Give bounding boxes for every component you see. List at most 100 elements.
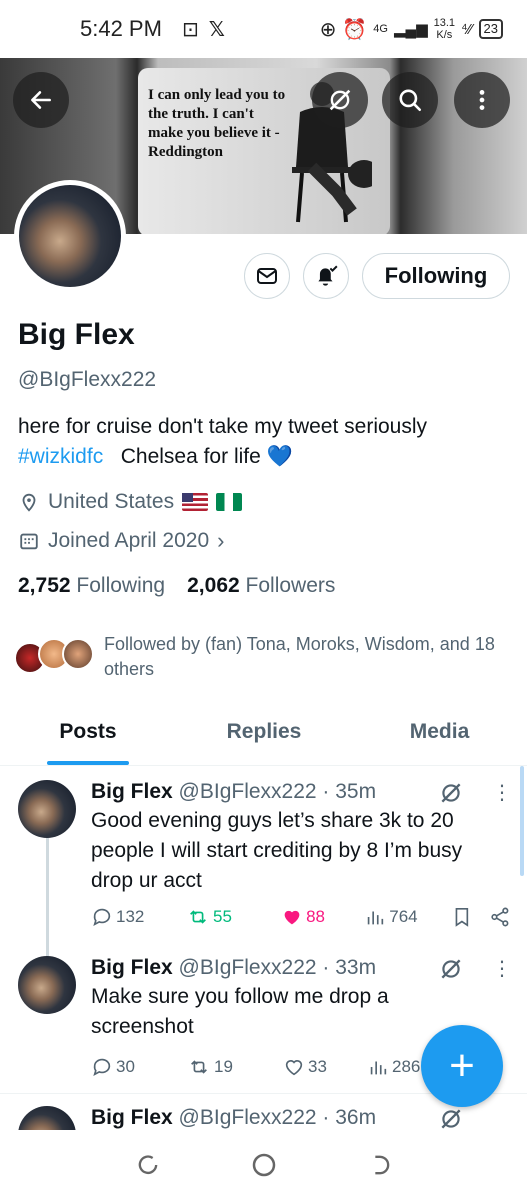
reply-icon — [93, 908, 111, 926]
profile-bio: here for cruise don't take my tweet seri… — [18, 412, 508, 472]
like-button[interactable]: 33 — [283, 1056, 367, 1078]
profile-name: Big Flex — [18, 318, 135, 351]
tweet-text: Good evening guys let’s share 3k to 20 p… — [91, 809, 463, 892]
more-vertical-icon — [479, 90, 485, 110]
message-button[interactable] — [244, 253, 290, 299]
tweet-author: Big Flex — [91, 1106, 173, 1129]
recent-apps-icon[interactable] — [134, 1151, 162, 1179]
tweet-avatar[interactable] — [18, 956, 76, 1014]
follow-counts: 2,752 Following 2,062 Followers — [18, 574, 335, 598]
reply-count: 132 — [116, 907, 145, 926]
heart-filled-icon — [284, 910, 300, 925]
view-count: 764 — [389, 907, 418, 926]
following-button[interactable]: Following — [362, 253, 510, 299]
followers-count: 2,062 — [187, 574, 240, 597]
joined-text: Joined April 2020 — [48, 529, 210, 552]
joined-row[interactable]: Joined April 2020 › — [18, 528, 224, 554]
tweet-avatar[interactable] — [18, 1106, 76, 1130]
following-label: Following — [76, 574, 166, 597]
profile-avatar[interactable] — [14, 180, 126, 292]
tweet-header: Big Flex @BIgFlexx222 · 35m — [91, 780, 376, 804]
back-button[interactable] — [13, 72, 69, 128]
repost-count: 55 — [213, 907, 232, 926]
followed-by-text: Followed by (fan) Tona, Moroks, Wisdom, … — [104, 634, 495, 679]
chevron-right-icon: › — [217, 528, 225, 553]
grok-button[interactable] — [312, 72, 368, 128]
blue-heart-icon: 💙 — [266, 445, 293, 468]
reply-icon — [93, 1058, 111, 1076]
bio-hashtag[interactable]: #wizkidfc — [18, 445, 103, 468]
tab-media[interactable]: Media — [352, 712, 527, 765]
view-count: 286 — [392, 1057, 421, 1076]
battery-indicator: 23 — [478, 19, 503, 39]
tweet-avatar[interactable] — [18, 780, 76, 838]
speed-unit: K/s — [436, 29, 453, 41]
reply-button[interactable]: 30 — [91, 1056, 187, 1078]
notifications-button[interactable] — [303, 253, 349, 299]
tweet-author: Big Flex — [91, 780, 173, 803]
tab-replies[interactable]: Replies — [176, 712, 352, 765]
views-chart-icon — [368, 911, 384, 925]
bell-check-icon — [318, 265, 338, 286]
compose-post-button[interactable]: + — [421, 1025, 503, 1107]
status-time: 5:42 PM — [80, 16, 162, 41]
like-count: 33 — [308, 1057, 327, 1076]
us-flag-icon — [182, 493, 209, 511]
alarm-icon: ⏰ — [342, 18, 368, 41]
tweet-text: Make sure you follow me drop a screensho… — [91, 985, 389, 1038]
back-nav-icon[interactable] — [366, 1151, 394, 1179]
reply-button[interactable]: 132 — [91, 906, 186, 928]
repost-count: 19 — [214, 1057, 233, 1076]
tab-posts[interactable]: Posts — [0, 712, 176, 765]
search-icon — [399, 89, 422, 112]
banner-quote: I can only lead you to the truth. I can'… — [148, 87, 286, 160]
grok-icon[interactable] — [438, 956, 464, 982]
views-chart-icon — [370, 1061, 387, 1075]
tweet-more-icon[interactable]: ⋮ — [492, 780, 512, 805]
speed-value: 13.1 — [433, 17, 456, 29]
profile-tabs: Posts Replies Media — [0, 712, 527, 766]
signal-icon: ▂▄▆ — [393, 21, 428, 38]
like-button[interactable]: 88 — [281, 906, 364, 928]
search-button[interactable] — [382, 72, 438, 128]
grok-icon[interactable] — [438, 780, 464, 806]
tweet[interactable]: Big Flex @BIgFlexx222 · 35m ⋮ Good eveni… — [0, 780, 527, 950]
followers-label: Followers — [245, 574, 336, 597]
nigeria-flag-icon — [216, 493, 243, 511]
tweet-more-icon[interactable]: ⋮ — [492, 956, 512, 981]
location-row: United States — [18, 490, 243, 514]
more-options-button[interactable] — [454, 72, 510, 128]
tweet-meta: @BIgFlexx222 · 36m — [178, 1106, 377, 1129]
repost-icon — [191, 1060, 207, 1074]
bookmark-icon[interactable] — [451, 906, 473, 928]
grok-icon[interactable] — [438, 1106, 464, 1130]
system-navigation-bar — [0, 1130, 527, 1200]
avatar — [19, 185, 121, 287]
location-text: United States — [48, 490, 175, 513]
network-type: 4G — [373, 23, 388, 35]
data-saver-icon: ⊕ — [319, 18, 337, 41]
grok-icon — [329, 89, 351, 111]
bio-text: here for cruise don't take my tweet seri… — [18, 415, 428, 438]
plus-icon: + — [449, 1041, 475, 1090]
location-pin-icon — [22, 493, 36, 512]
tweet-actions: 132 55 88 764 — [91, 906, 511, 928]
views-button[interactable]: 764 — [364, 906, 449, 928]
following-count-link[interactable]: 2,752 Following — [18, 574, 165, 598]
tweet-header: Big Flex @BIgFlexx222 · 36m — [91, 1106, 376, 1130]
profile-handle: @BIgFlexx222 — [18, 368, 157, 391]
tweet[interactable]: Big Flex @BIgFlexx222 · 36m — [0, 1106, 527, 1130]
repost-button[interactable]: 55 — [186, 906, 281, 928]
network-speed: 13.1 K/s — [434, 17, 455, 41]
arrow-left-icon — [31, 91, 51, 109]
following-count: 2,752 — [18, 574, 71, 597]
home-icon[interactable] — [249, 1150, 279, 1180]
followers-count-link[interactable]: 2,062 Followers — [187, 574, 335, 598]
heart-icon — [285, 1060, 303, 1076]
followed-by-row[interactable]: Followed by (fan) Tona, Moroks, Wisdom, … — [14, 632, 514, 682]
status-bar: 5:42 PM ⊡ 𝕏 ⊕ ⏰ 4G ▂▄▆ 13.1 K/s ⁴⁄⁄ 23 — [0, 0, 527, 58]
share-icon[interactable] — [489, 906, 511, 928]
repost-button[interactable]: 19 — [187, 1056, 283, 1078]
repost-icon — [190, 910, 206, 924]
envelope-icon — [257, 268, 277, 284]
